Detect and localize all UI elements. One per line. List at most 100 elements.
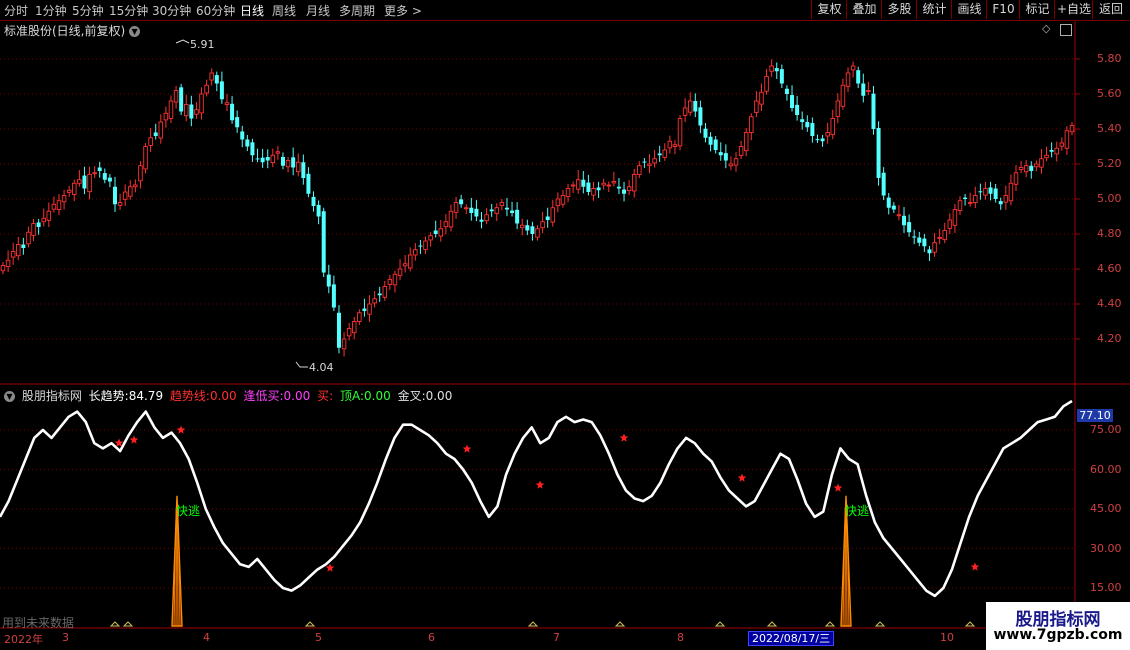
price-axis-label: 4.60 — [1097, 262, 1122, 275]
statistics-button[interactable]: 统计 — [916, 0, 952, 19]
candle-body — [402, 263, 408, 267]
current-value-tag: 77.10 — [1077, 409, 1113, 422]
candle-body — [433, 230, 438, 234]
period-tab-more[interactable]: 更多 > — [384, 2, 422, 19]
candlestick — [845, 67, 851, 92]
period-tab-1min[interactable]: 1分钟 — [35, 2, 67, 19]
candle-body — [840, 84, 846, 107]
candlestick — [535, 225, 540, 241]
candle-body — [652, 158, 657, 164]
candle-body — [463, 207, 469, 210]
f10-button[interactable]: F10 — [986, 0, 1020, 19]
period-tab-daily[interactable]: 日线 — [240, 2, 264, 19]
price-axis-label: 4.40 — [1097, 297, 1122, 310]
candle-body — [295, 161, 301, 173]
period-tab-60min[interactable]: 60分钟 — [196, 2, 235, 19]
chart-canvas — [0, 19, 1130, 629]
candle-body — [820, 138, 825, 142]
candlestick — [46, 202, 52, 227]
candlestick — [626, 180, 632, 196]
candle-body — [703, 128, 708, 138]
candlestick — [1049, 142, 1054, 158]
indicator-axis-label: 45.00 — [1090, 502, 1122, 515]
candle-body — [168, 100, 174, 119]
multi-stock-button[interactable]: 多股 — [881, 0, 917, 19]
period-tab-monthly[interactable]: 月线 — [306, 2, 330, 19]
month-label-3: 3 — [62, 631, 69, 644]
candle-body — [1064, 130, 1070, 149]
candlestick — [774, 62, 779, 79]
indicator-menu-icon[interactable]: ▼ — [4, 391, 15, 402]
candlestick — [433, 220, 438, 238]
candlestick — [510, 201, 515, 217]
candlestick — [866, 81, 871, 96]
candle-body — [631, 174, 637, 192]
mark-button[interactable]: 标记 — [1019, 0, 1055, 19]
candlestick — [998, 197, 1003, 210]
period-tab-timeshare[interactable]: 分时 — [4, 2, 28, 19]
draw-line-button[interactable]: 画线 — [951, 0, 987, 19]
candle-body — [469, 207, 474, 213]
dropdown-arrow-icon[interactable]: ▼ — [129, 26, 141, 37]
candle-body — [51, 203, 57, 210]
candlestick — [31, 218, 36, 241]
candle-body — [5, 259, 11, 268]
overlay-button[interactable]: 叠加 — [846, 0, 882, 19]
back-button[interactable]: 返回 — [1092, 0, 1129, 19]
candlestick — [306, 167, 311, 198]
candle-body — [443, 221, 449, 228]
period-tab-5min[interactable]: 5分钟 — [72, 2, 104, 19]
candle-body — [743, 132, 749, 152]
period-tab-15min[interactable]: 15分钟 — [109, 2, 148, 19]
period-tab-30min[interactable]: 30分钟 — [152, 2, 191, 19]
candle-body — [738, 146, 744, 157]
candlestick — [861, 73, 866, 103]
candle-body — [723, 153, 728, 161]
candlestick — [642, 158, 647, 168]
signal-label-1: 快逃 — [176, 504, 201, 518]
period-tab-multi[interactable]: 多周期 — [339, 2, 375, 19]
candle-body — [825, 132, 830, 137]
candle-body — [387, 279, 393, 285]
candle-body — [82, 175, 87, 189]
add-watchlist-button[interactable]: +自选 — [1054, 0, 1093, 19]
candlestick — [443, 214, 449, 235]
candlestick — [820, 134, 825, 147]
candle-body — [830, 118, 835, 136]
candlestick — [224, 94, 230, 112]
candle-body — [805, 122, 810, 128]
diamond-icon[interactable]: ◇ — [1042, 22, 1050, 35]
year-label: 2022年 — [4, 633, 43, 646]
candlestick — [611, 171, 617, 187]
adjust-button[interactable]: 复权 — [811, 0, 847, 19]
candlestick — [301, 154, 306, 185]
candle-body — [927, 249, 932, 254]
price-axis-label: 5.20 — [1097, 157, 1122, 170]
candlestick — [733, 152, 739, 172]
candlestick — [402, 255, 408, 273]
candlestick — [667, 135, 673, 154]
candle-body — [346, 328, 352, 337]
candlestick — [331, 275, 336, 311]
candlestick — [153, 123, 158, 140]
candlestick — [184, 94, 189, 122]
candle-body — [240, 131, 245, 140]
panel-toggle-icon[interactable] — [1060, 24, 1072, 36]
candlestick — [957, 196, 963, 216]
candlestick — [463, 204, 469, 215]
candlestick — [586, 174, 591, 196]
candle-body — [779, 69, 784, 84]
candle-body — [397, 268, 403, 276]
candle-body — [616, 186, 621, 189]
candlestick — [245, 134, 250, 152]
candlestick — [963, 194, 968, 206]
candle-body — [815, 139, 820, 141]
candlestick — [927, 245, 932, 261]
period-tab-weekly[interactable]: 周线 — [272, 2, 296, 19]
candlestick — [759, 83, 764, 111]
candle-body — [677, 118, 683, 147]
candlestick — [148, 127, 153, 153]
candle-body — [494, 207, 500, 214]
candle-body — [560, 195, 566, 205]
candle-body — [535, 228, 540, 238]
